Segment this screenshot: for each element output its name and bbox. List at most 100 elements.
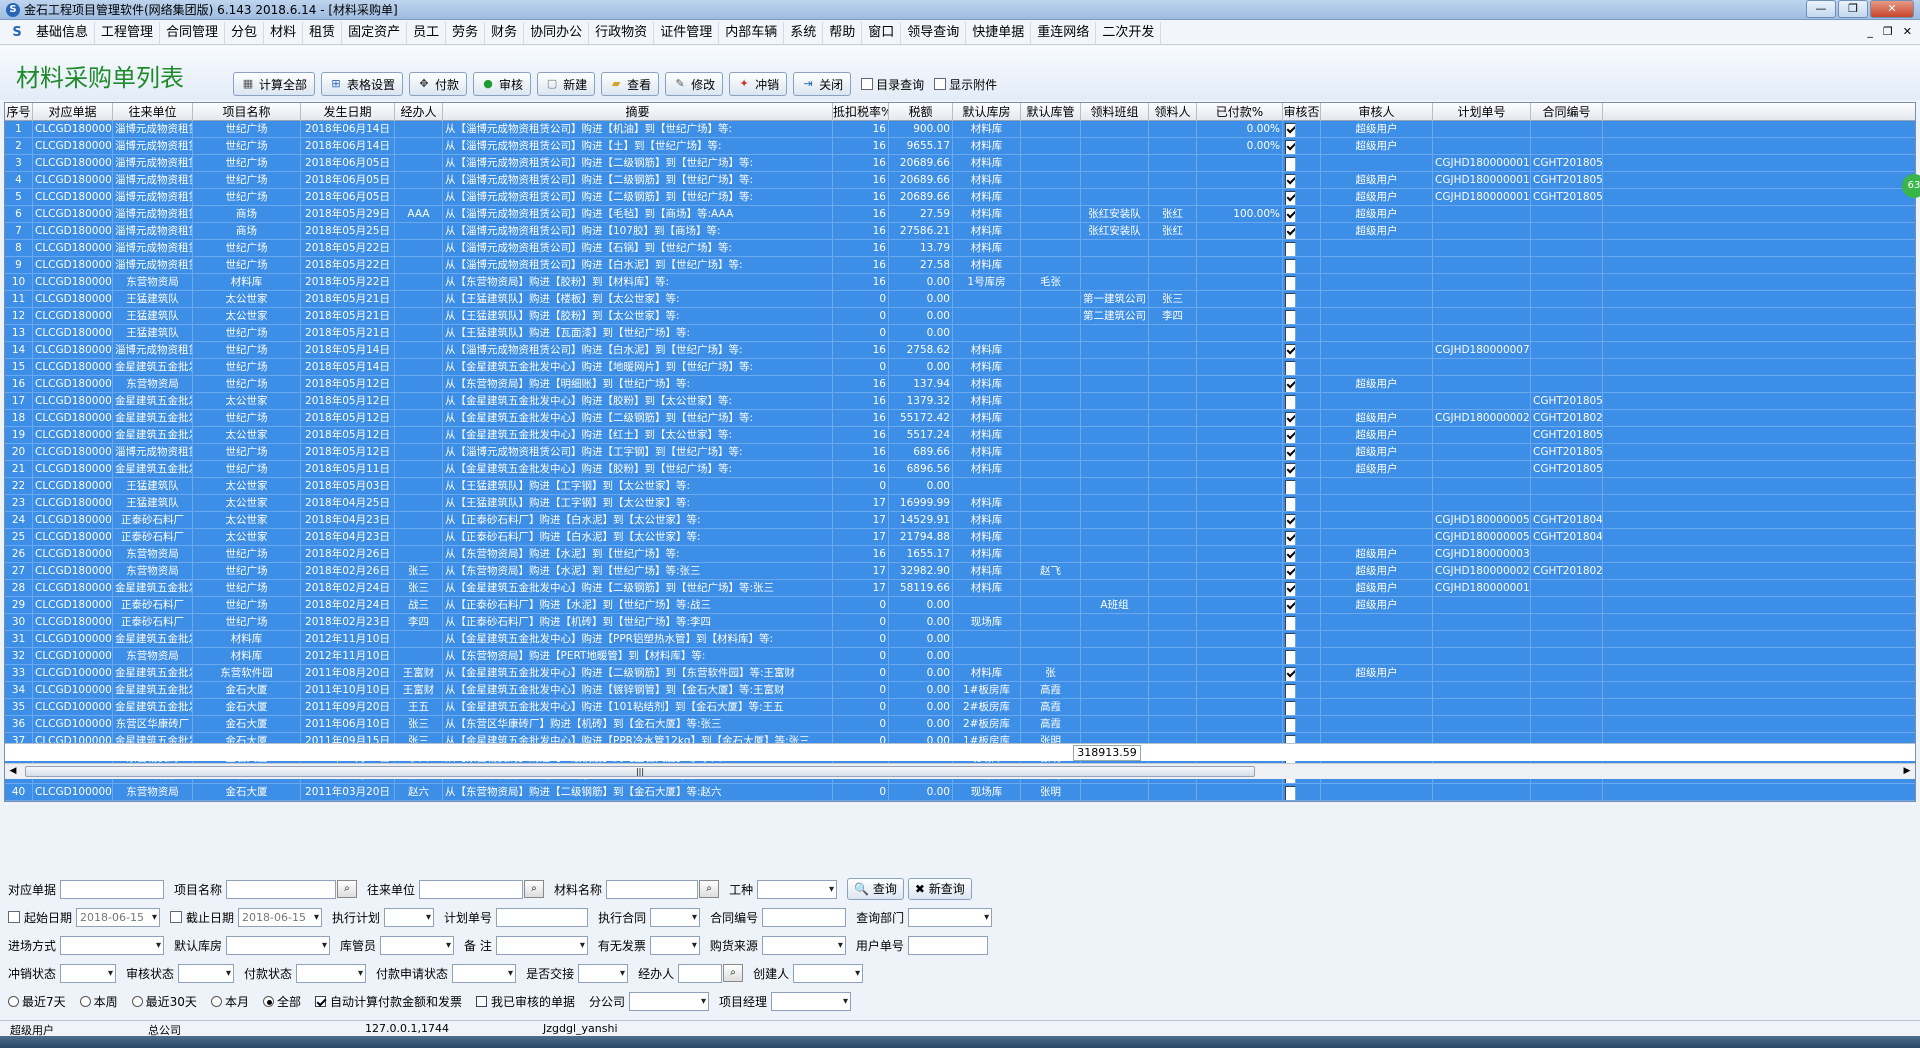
filter-dropdown[interactable] [650, 907, 701, 927]
approved-checkbox[interactable] [1285, 208, 1296, 222]
approved-checkbox[interactable] [1285, 548, 1296, 562]
column-header[interactable]: 审核否 [1283, 103, 1321, 121]
lookup-icon[interactable]: ⌕ [524, 880, 545, 898]
radio-button[interactable] [8, 995, 19, 1007]
table-row[interactable]: 18CLCGD180000013金星建筑五金批发世纪广场2018年05月12日 从… [5, 410, 1915, 427]
toolbar-button-exit[interactable]: ⇥ 关闭 [793, 72, 852, 96]
table-row[interactable]: 9CLCGD180000022淄博元成物资租赁世纪广场2018年05月22日 从【… [5, 257, 1915, 274]
filter-dropdown[interactable] [380, 935, 455, 955]
filter-dropdown[interactable] [495, 935, 588, 955]
approved-checkbox[interactable] [1285, 514, 1296, 528]
column-header[interactable]: 往来单位 [113, 103, 193, 121]
radio-button[interactable] [210, 995, 222, 1007]
menu-item[interactable]: 二次开发 [1096, 21, 1162, 44]
filter-dropdown[interactable] [771, 991, 852, 1011]
filter-dropdown[interactable] [384, 907, 435, 927]
date-picker[interactable]: 2018-06-15 [238, 907, 323, 927]
menu-item[interactable]: 分包 [225, 21, 265, 44]
table-row[interactable]: 17CLCGD180000014金星建筑五金批发太公世家2018年05月12日 从… [5, 393, 1915, 410]
table-row[interactable]: 22CLCGD180000009王猛建筑队太公世家2018年05月03日 从【王猛… [5, 478, 1915, 495]
column-header[interactable]: 对应单据 [33, 103, 113, 121]
approved-checkbox[interactable] [1285, 191, 1296, 205]
table-row[interactable]: 5CLCGD180000025淄博元成物资租赁世纪广场2018年06月05日 从【… [5, 189, 1915, 206]
range-option[interactable]: 本周 [79, 993, 118, 1010]
table-row[interactable]: 13CLCGD180000018王猛建筑队世纪广场2018年05月21日 从【王猛… [5, 325, 1915, 342]
option-checkbox[interactable]: 我已审核的单据 [475, 993, 575, 1010]
filter-input[interactable] [226, 879, 337, 899]
filter-dropdown[interactable] [60, 963, 117, 983]
table-row[interactable]: 23CLCGD180000008王猛建筑队太公世家2018年04月25日 从【王猛… [5, 495, 1915, 512]
table-row[interactable]: 30CLCGD180000001正泰砂石料厂世纪广场2018年02月23日李四从… [5, 614, 1915, 631]
filter-dropdown[interactable] [226, 935, 331, 955]
menu-item[interactable]: 重连网络 [1031, 21, 1097, 44]
table-row[interactable]: 8CLCGD180000023淄博元成物资租赁世纪广场2018年05月22日 从【… [5, 240, 1915, 257]
radio-button[interactable] [79, 995, 91, 1007]
checkbox-box[interactable] [314, 995, 326, 1007]
toolbar-checkbox[interactable]: 目录查询 [861, 76, 924, 93]
lookup-icon[interactable]: ⌕ [723, 964, 744, 982]
range-option[interactable]: 最近30天 [131, 993, 197, 1010]
menu-item[interactable]: 工程管理 [95, 21, 161, 44]
column-header[interactable]: 合同编号 [1531, 103, 1603, 121]
menu-item[interactable]: 窗口 [862, 21, 902, 44]
filter-dropdown[interactable] [761, 935, 846, 955]
filter-dropdown[interactable] [296, 963, 367, 983]
table-row[interactable]: 21CLCGD180000010金星建筑五金批发世纪广场2018年05月11日 从… [5, 461, 1915, 478]
table-row[interactable]: 20CLCGD180000011淄博元成物资租赁世纪广场2018年05月12日 从… [5, 444, 1915, 461]
floating-badge[interactable]: 63 [1902, 174, 1920, 198]
approved-checkbox[interactable] [1285, 633, 1296, 647]
column-header[interactable]: 摘要 [443, 103, 833, 121]
approved-checkbox[interactable] [1285, 123, 1296, 137]
filter-dropdown[interactable] [908, 907, 993, 927]
menu-item[interactable]: 劳务 [446, 21, 486, 44]
menu-item[interactable]: 内部车辆 [719, 21, 785, 44]
lookup-icon[interactable]: ⌕ [337, 880, 358, 898]
column-header[interactable]: 领料班组 [1081, 103, 1149, 121]
approved-checkbox[interactable] [1285, 684, 1296, 698]
menu-item[interactable]: 证件管理 [654, 21, 720, 44]
menu-item[interactable]: 基础信息 [30, 21, 96, 44]
horizontal-scrollbar[interactable]: ◀ ||| ▶ [5, 763, 1915, 779]
menu-item[interactable]: 系统 [784, 21, 824, 44]
filter-input[interactable] [762, 907, 847, 927]
toolbar-checkbox[interactable]: 显示附件 [934, 76, 997, 93]
approved-checkbox[interactable] [1285, 718, 1296, 732]
table-row[interactable]: 35CLCGD100000006金星建筑五金批发金石大厦2011年09月20日王… [5, 699, 1915, 716]
approved-checkbox[interactable] [1285, 446, 1296, 460]
close-icon[interactable]: ✕ [1870, 0, 1914, 18]
column-header[interactable]: 抵扣税率% [833, 103, 889, 121]
table-row[interactable]: 36CLCGD100000005东营区华康砖厂金石大厦2011年06月10日张三… [5, 716, 1915, 733]
filter-input[interactable] [678, 963, 723, 983]
table-row[interactable]: 34CLCGD100000008金星建筑五金批发金石大厦2011年10月10日王… [5, 682, 1915, 699]
menu-item[interactable]: 材料 [264, 21, 304, 44]
filter-input[interactable] [60, 879, 165, 899]
approved-checkbox[interactable] [1285, 786, 1296, 800]
mdi-minimize-icon[interactable]: _ [1867, 25, 1873, 38]
table-row[interactable]: 14CLCGD180000017淄博元成物资租赁世纪广场2018年05月14日 从… [5, 342, 1915, 359]
table-row[interactable]: 24CLCGD180000007正泰砂石料厂太公世家2018年04月23日 从【正… [5, 512, 1915, 529]
table-row[interactable]: 12CLCGD180000019王猛建筑队太公世家2018年05月21日 从【王猛… [5, 308, 1915, 325]
scroll-left-icon[interactable]: ◀ [6, 765, 20, 778]
table-row[interactable]: 4CLCGD180000027淄博元成物资租赁世纪广场2018年06月05日 从【… [5, 172, 1915, 189]
table-row[interactable]: 27CLCGD180000004东营物资局世纪广场2018年02月26日张三从【… [5, 563, 1915, 580]
new-query-button[interactable]: ✖ 新查询 [907, 878, 972, 900]
mdi-restore-icon[interactable]: ❐ [1883, 25, 1893, 38]
table-row[interactable]: 7CLCGD180000024淄博元成物资租赁商场2018年05月25日 从【淄博… [5, 223, 1915, 240]
approved-checkbox[interactable] [1285, 650, 1296, 664]
filter-dropdown[interactable] [649, 935, 700, 955]
filter-dropdown[interactable] [452, 963, 517, 983]
table-row[interactable]: 15CLCGD180000016金星建筑五金批发世纪广场2018年05月14日 从… [5, 359, 1915, 376]
column-header[interactable]: 税额 [889, 103, 953, 121]
column-header[interactable]: 序号 [5, 103, 33, 121]
approved-checkbox[interactable] [1285, 276, 1296, 290]
approved-checkbox[interactable] [1285, 480, 1296, 494]
table-row[interactable]: 6CLCGD180000026淄博元成物资租赁商场2018年05月29日AAA从… [5, 206, 1915, 223]
column-header[interactable]: 经办人 [395, 103, 443, 121]
approved-checkbox[interactable] [1285, 531, 1296, 545]
approved-checkbox[interactable] [1285, 344, 1296, 358]
menu-item[interactable]: 行政物资 [589, 21, 655, 44]
approved-checkbox[interactable] [1285, 412, 1296, 426]
toolbar-button-table-settings[interactable]: ⊞ 表格设置 [321, 72, 404, 96]
scroll-right-icon[interactable]: ▶ [1900, 765, 1914, 778]
toolbar-button-calculator[interactable]: ▦ 计算全部 [233, 72, 316, 96]
